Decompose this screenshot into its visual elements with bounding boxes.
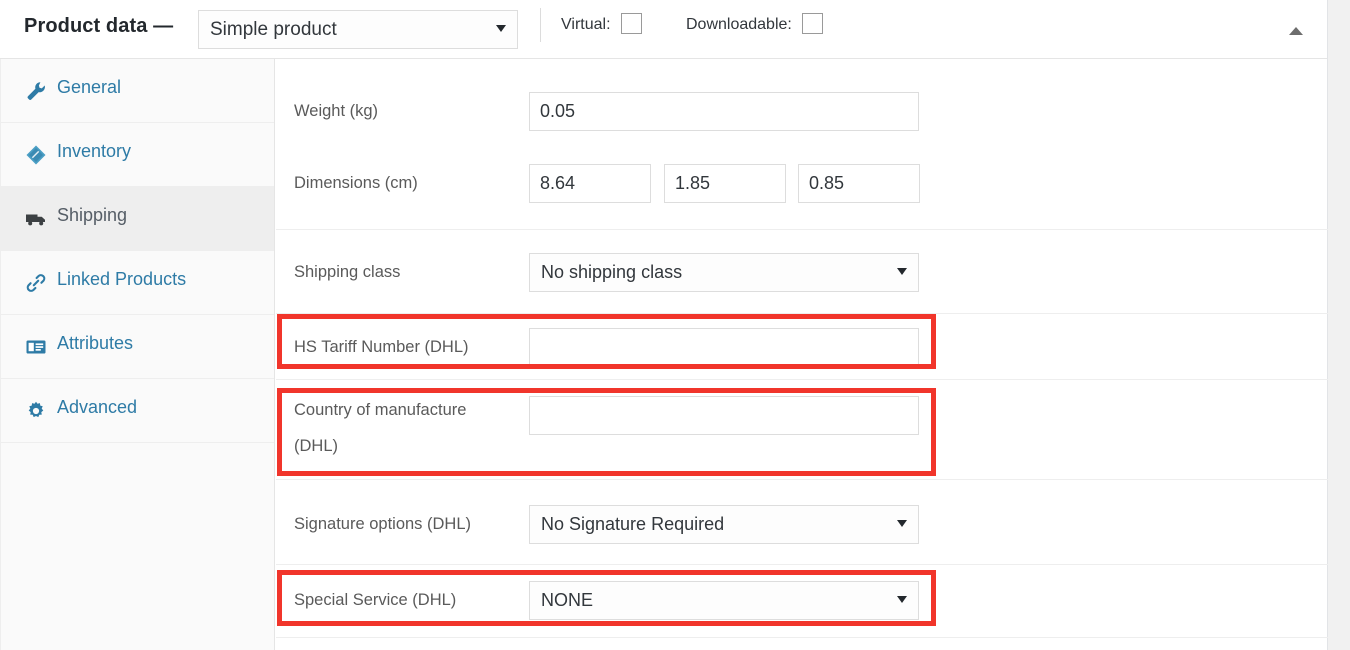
panel-header: Product data — Simple product Virtual: D…	[0, 0, 1327, 59]
sidebar-item-label: General	[57, 77, 122, 97]
section-divider	[276, 637, 1328, 638]
archive-icon	[25, 144, 47, 166]
dimensions-row: Dimensions (cm) 8.64 1.85 0.85	[276, 149, 1328, 209]
page-background-gutter	[1329, 0, 1350, 650]
hs-tariff-label: HS Tariff Number (DHL)	[294, 338, 469, 356]
dimensions-height-value: 0.85	[809, 173, 845, 193]
chevron-up-icon[interactable]	[1287, 24, 1305, 38]
sidebar-item-attributes[interactable]: Attributes	[1, 315, 274, 379]
signature-options-label: Signature options (DHL)	[294, 515, 472, 533]
weight-input[interactable]: 0.05	[529, 92, 919, 131]
dimensions-width-input[interactable]: 1.85	[664, 164, 786, 203]
tabs-filler	[1, 443, 274, 650]
dimensions-height-input[interactable]: 0.85	[798, 164, 920, 203]
truck-icon	[25, 208, 47, 230]
product-type-select[interactable]: Simple product	[198, 10, 518, 49]
special-service-row: Special Service (DHL) NONE	[276, 567, 1328, 631]
sidebar-item-shipping[interactable]: Shipping	[1, 187, 274, 251]
downloadable-checkbox[interactable]	[802, 13, 824, 34]
hs-tariff-row: HS Tariff Number (DHL)	[276, 314, 1328, 374]
virtual-field: Virtual:	[561, 13, 642, 36]
section-divider	[276, 564, 1328, 565]
page-title: Product data —	[24, 15, 174, 37]
shipping-panel: Weight (kg) 0.05 Dimensions (cm) 8.64 1.…	[276, 59, 1328, 650]
weight-label: Weight (kg)	[294, 102, 379, 120]
link-icon	[25, 272, 47, 294]
weight-value: 0.05	[540, 101, 576, 121]
sidebar-item-linked-products[interactable]: Linked Products	[1, 251, 274, 315]
section-divider	[276, 379, 1328, 380]
sidebar-item-label: Linked Products	[57, 269, 187, 289]
chevron-down-icon	[897, 596, 907, 603]
wrench-icon	[25, 80, 47, 102]
special-service-label: Special Service (DHL)	[294, 591, 457, 609]
virtual-checkbox[interactable]	[620, 13, 642, 34]
shipping-class-select[interactable]: No shipping class	[529, 253, 919, 292]
signature-options-row: Signature options (DHL) No Signature Req…	[276, 489, 1328, 553]
hs-tariff-input[interactable]	[529, 328, 919, 367]
virtual-label: Virtual:	[561, 15, 611, 33]
downloadable-label: Downloadable:	[686, 15, 792, 33]
product-data-tabs: General Inventory Shipping Linked Produc…	[0, 59, 275, 650]
chevron-up-glyph	[1289, 27, 1303, 35]
dimensions-length-input[interactable]: 8.64	[529, 164, 651, 203]
product-data-panel: Product data — Simple product Virtual: D…	[0, 0, 1328, 650]
shipping-class-row: Shipping class No shipping class	[276, 237, 1328, 301]
country-of-manufacture-input[interactable]	[529, 396, 919, 435]
product-type-value: Simple product	[210, 19, 337, 40]
chevron-down-icon	[897, 520, 907, 527]
shipping-class-label: Shipping class	[294, 263, 401, 281]
country-of-manufacture-label-line2: (DHL)	[294, 437, 338, 455]
section-divider	[276, 479, 1328, 480]
sidebar-item-general[interactable]: General	[1, 59, 274, 123]
country-of-manufacture-label: Country of manufacture (DHL)	[294, 392, 524, 464]
dimensions-width-value: 1.85	[675, 173, 711, 193]
signature-options-select[interactable]: No Signature Required	[529, 505, 919, 544]
panel-body: General Inventory Shipping Linked Produc…	[0, 59, 1328, 650]
dimensions-length-value: 8.64	[540, 173, 576, 193]
sidebar-item-label: Advanced	[57, 397, 138, 417]
sidebar-item-advanced[interactable]: Advanced	[1, 379, 274, 443]
section-divider	[276, 229, 1328, 230]
signature-options-value: No Signature Required	[541, 514, 725, 534]
chevron-down-icon	[496, 25, 506, 32]
header-divider	[540, 8, 541, 42]
form-icon	[25, 336, 47, 358]
gear-icon	[25, 400, 47, 422]
country-of-manufacture-label-line1: Country of manufacture	[294, 401, 467, 419]
special-service-value: NONE	[541, 590, 594, 610]
weight-row: Weight (kg) 0.05	[276, 77, 1328, 137]
downloadable-field: Downloadable:	[686, 13, 824, 36]
sidebar-item-label: Inventory	[57, 141, 132, 161]
country-of-manufacture-row: Country of manufacture (DHL)	[276, 384, 1328, 474]
dimensions-label: Dimensions (cm)	[294, 174, 418, 192]
sidebar-item-inventory[interactable]: Inventory	[1, 123, 274, 187]
shipping-class-value: No shipping class	[541, 262, 683, 282]
sidebar-item-label: Shipping	[57, 205, 128, 225]
special-service-select[interactable]: NONE	[529, 581, 919, 620]
sidebar-item-label: Attributes	[57, 333, 134, 353]
chevron-down-icon	[897, 268, 907, 275]
